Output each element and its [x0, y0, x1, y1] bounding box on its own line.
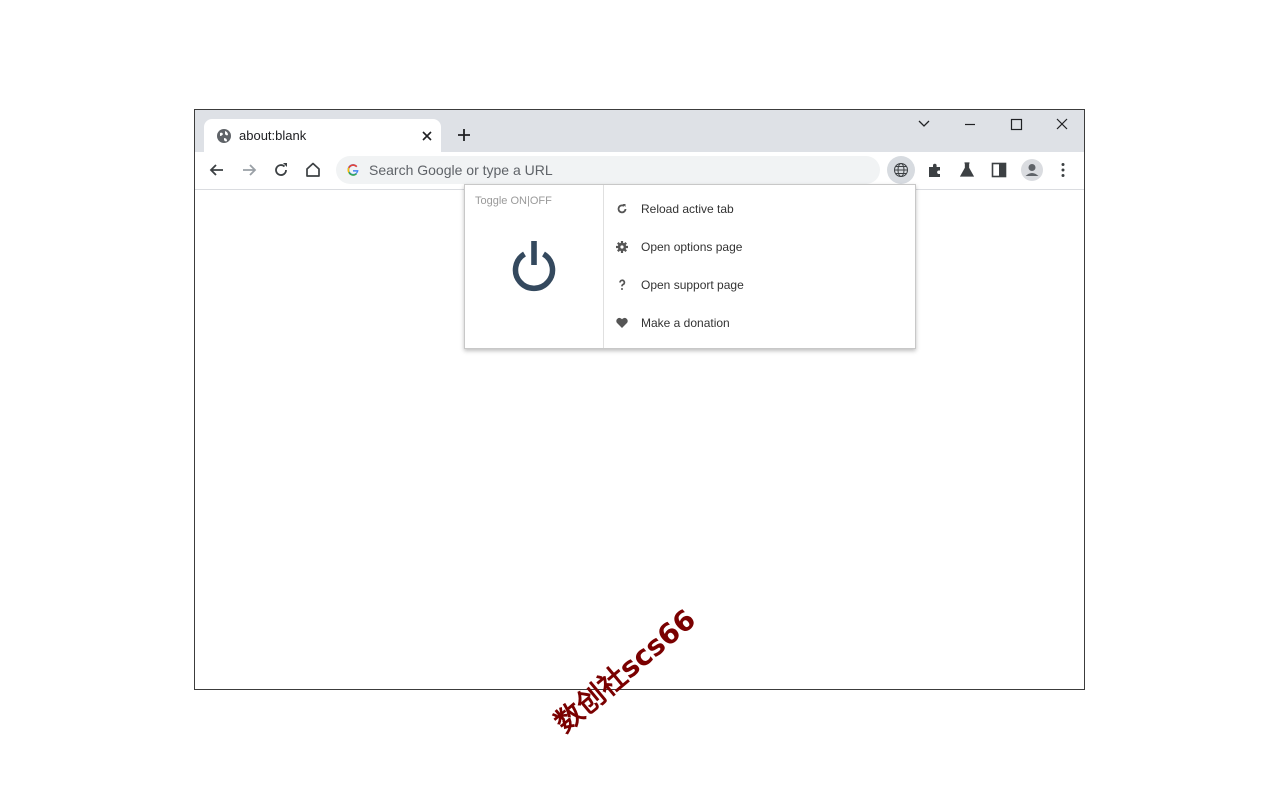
home-icon[interactable] — [303, 160, 323, 180]
heart-icon — [616, 317, 628, 328]
address-bar-placeholder: Search Google or type a URL — [369, 162, 553, 178]
menu-item-label: Make a donation — [641, 316, 730, 330]
menu-item-reload-active-tab[interactable]: Reload active tab — [615, 199, 905, 219]
menu-item-open-options-page[interactable]: Open options page — [615, 237, 905, 257]
side-panel-icon[interactable] — [989, 160, 1009, 180]
extensions-puzzle-icon[interactable] — [925, 160, 945, 180]
power-toggle-icon[interactable] — [510, 240, 558, 292]
extension-button-active[interactable] — [887, 156, 915, 184]
reload-icon — [617, 204, 627, 214]
address-bar[interactable]: Search Google or type a URL — [336, 156, 880, 184]
profile-avatar-icon[interactable] — [1020, 158, 1044, 182]
toggle-label: Toggle ON|OFF — [475, 195, 552, 207]
window-close-icon[interactable] — [1047, 117, 1077, 131]
gear-icon — [616, 241, 628, 253]
menu-item-open-support-page[interactable]: Open support page — [615, 275, 905, 295]
question-icon — [619, 279, 626, 290]
new-tab-icon[interactable] — [456, 127, 472, 143]
tab-title: about:blank — [239, 128, 307, 143]
reload-icon[interactable] — [271, 160, 291, 180]
labs-flask-icon[interactable] — [957, 160, 977, 180]
menu-kebab-icon[interactable] — [1053, 160, 1073, 180]
forward-icon[interactable] — [239, 160, 259, 180]
back-icon[interactable] — [207, 160, 227, 180]
minimize-icon[interactable] — [955, 117, 985, 131]
tab-about-blank[interactable]: about:blank — [204, 119, 441, 152]
extension-globe-icon — [894, 163, 908, 177]
tab-strip: about:blank — [195, 110, 1084, 152]
menu-item-make-a-donation[interactable]: Make a donation — [615, 313, 905, 333]
close-tab-icon[interactable] — [419, 128, 435, 144]
extension-popup: Toggle ON|OFF Reload active tab Open opt… — [464, 184, 916, 349]
google-icon — [347, 164, 359, 176]
toggle-panel: Toggle ON|OFF — [465, 185, 604, 348]
menu-item-label: Open options page — [641, 240, 743, 254]
globe-icon — [217, 129, 231, 143]
tab-search-icon[interactable] — [909, 117, 939, 131]
maximize-icon[interactable] — [1001, 117, 1031, 131]
menu-item-label: Open support page — [641, 278, 744, 292]
menu-item-label: Reload active tab — [641, 202, 734, 216]
